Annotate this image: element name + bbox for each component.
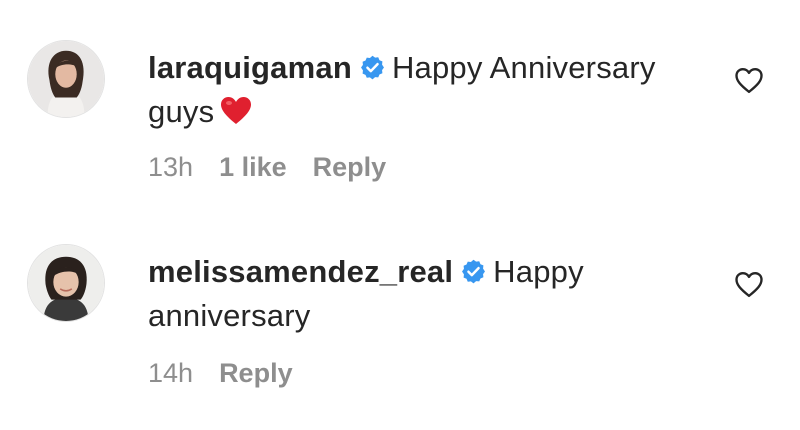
heart-outline-icon[interactable] [734, 66, 764, 94]
verified-badge-icon [460, 258, 487, 285]
comment-text: Happy [493, 254, 584, 289]
verified-badge-icon [359, 54, 386, 81]
comment-time[interactable]: 13h [148, 152, 193, 182]
red-heart-emoji [220, 96, 252, 126]
comment-body: laraquigaman Happy Anniversary guys [148, 46, 708, 134]
likes-count[interactable]: 1 like [219, 152, 287, 182]
avatar[interactable] [27, 244, 105, 322]
comment-text-continued: anniversary [148, 298, 311, 333]
avatar-image [28, 245, 104, 321]
heart-outline-icon[interactable] [734, 270, 764, 298]
avatar-image [28, 41, 104, 117]
comment-time[interactable]: 14h [148, 358, 193, 388]
comment-meta: 14h Reply [148, 355, 319, 391]
comment-meta: 13h 1 like Reply [148, 149, 412, 185]
comment-text-continued: guys [148, 94, 215, 129]
reply-button[interactable]: Reply [219, 358, 293, 388]
avatar[interactable] [27, 40, 105, 118]
comment-text: Happy Anniversary [391, 50, 656, 85]
reply-button[interactable]: Reply [313, 152, 387, 182]
username-link[interactable]: melissamendez_real [148, 254, 453, 289]
comment-body: melissamendez_real Happy anniversary [148, 250, 708, 338]
username-link[interactable]: laraquigaman [148, 50, 352, 85]
